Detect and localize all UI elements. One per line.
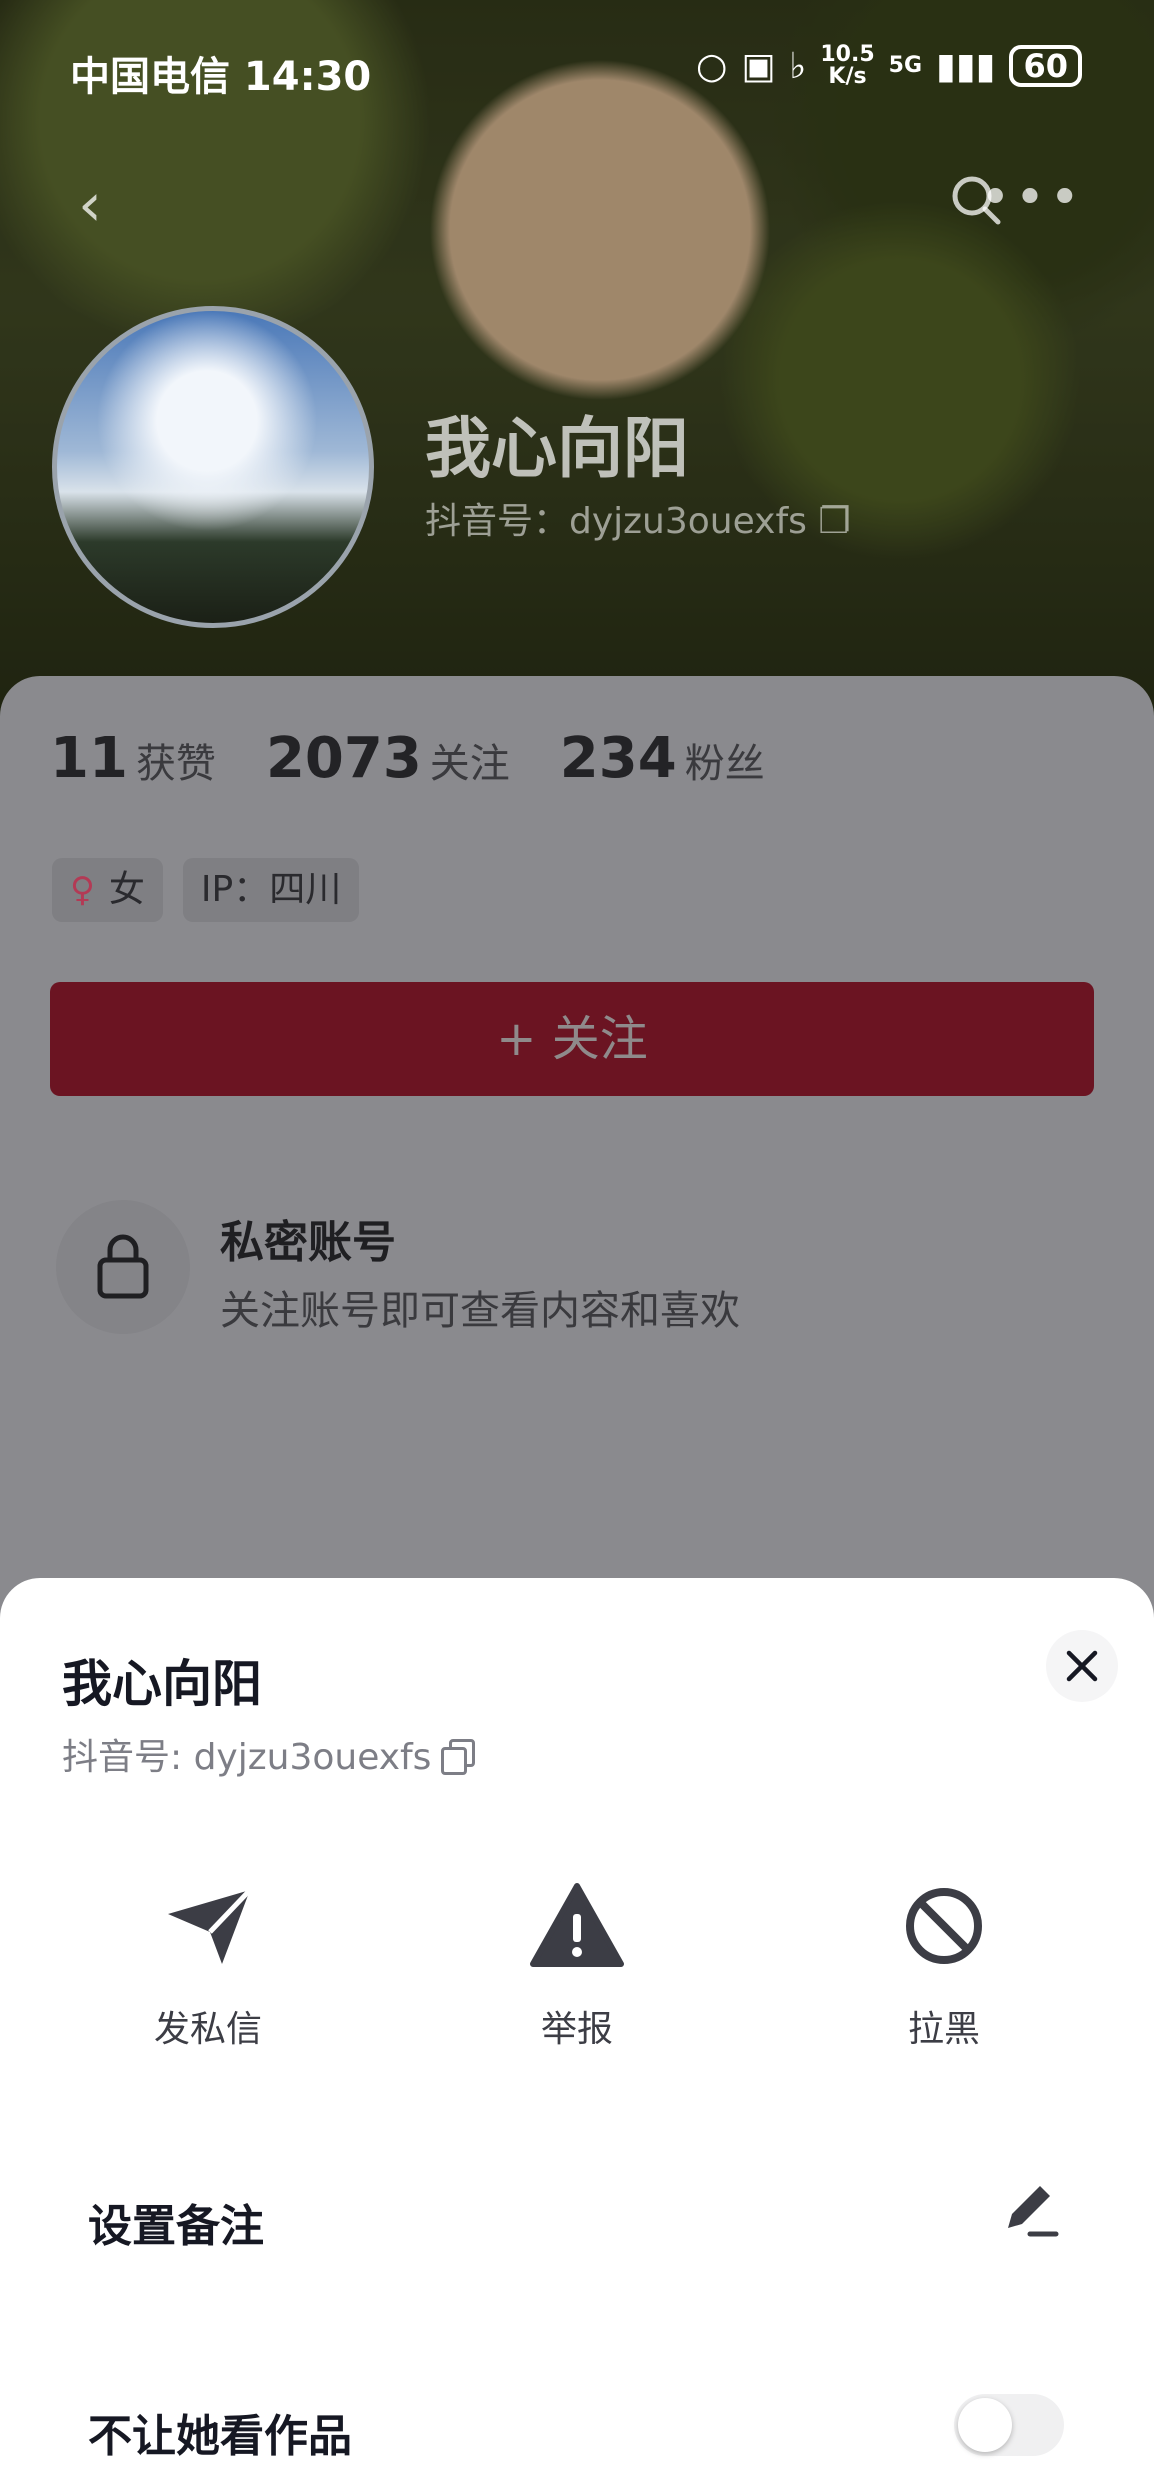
copy-icon[interactable]: ❐ bbox=[818, 501, 850, 542]
copy-icon[interactable] bbox=[441, 1739, 476, 1775]
stat-label: 获赞 bbox=[135, 741, 216, 787]
top-nav: ‹ ••• bbox=[0, 150, 1154, 250]
stat-label: 粉丝 bbox=[684, 741, 765, 787]
profile-douyin-id-text: 抖音号：dyjzu3ouexfs bbox=[425, 501, 807, 542]
net-speed: 10.5 K/s bbox=[820, 44, 874, 88]
profile-name: 我心向阳 bbox=[425, 410, 689, 487]
close-button[interactable] bbox=[1046, 1630, 1118, 1702]
close-icon bbox=[1066, 1650, 1098, 1682]
stat-followers[interactable]: 234 粉丝 bbox=[560, 726, 765, 791]
carrier-time: 中国电信 14:30 bbox=[70, 54, 372, 100]
sheet-douyin-id[interactable]: 抖音号: dyjzu3ouexfs bbox=[62, 1728, 476, 1780]
set-remark-row[interactable]: 设置备注 bbox=[0, 2148, 1154, 2288]
send-icon bbox=[168, 1888, 252, 1964]
hide-works-row: 不让她看作品 bbox=[0, 2358, 1154, 2480]
stat-likes[interactable]: 11 获赞 bbox=[50, 726, 216, 791]
back-icon[interactable]: ‹ bbox=[78, 170, 102, 240]
lock-icon bbox=[97, 1234, 149, 1299]
stat-value: 11 bbox=[50, 726, 128, 791]
lock-badge bbox=[56, 1200, 190, 1334]
sheet-actions: 发私信 举报 拉黑 bbox=[0, 1878, 1154, 2078]
ip-label: IP：四川 bbox=[200, 869, 342, 910]
headphones-icon: ○ bbox=[695, 45, 728, 87]
private-title: 私密账号 bbox=[220, 1217, 396, 1268]
profile-card: 11 获赞 2073 关注 234 粉丝 ♀ 女 IP：四川 + 关注 私密账号 关注… bbox=[0, 676, 1154, 1676]
follow-button[interactable]: + 关注 bbox=[50, 982, 1094, 1096]
avatar[interactable] bbox=[52, 306, 374, 628]
action-label: 举报 bbox=[540, 2009, 613, 2050]
edit-icon[interactable] bbox=[994, 2176, 1064, 2246]
profile-tags: ♀ 女 IP：四川 bbox=[52, 858, 360, 922]
profile-douyin-id[interactable]: 抖音号：dyjzu3ouexfs ❐ bbox=[425, 492, 851, 544]
row-label: 设置备注 bbox=[88, 2201, 264, 2252]
row-label: 不让她看作品 bbox=[88, 2411, 352, 2462]
sheet-douyin-id-text: 抖音号: dyjzu3ouexfs bbox=[62, 1737, 432, 1778]
more-options-icon[interactable]: ••• bbox=[980, 168, 1084, 228]
mute-icon: ♭ bbox=[789, 45, 807, 87]
sheet-user-name: 我心向阳 bbox=[62, 1655, 262, 1713]
nfc-icon: ▣ bbox=[741, 45, 776, 87]
private-account-notice: 私密账号 关注账号即可查看内容和喜欢 bbox=[56, 1200, 956, 1350]
user-actions-sheet: 我心向阳 抖音号: dyjzu3ouexfs 发私信 举报 拉黑 设置备注 不让… bbox=[0, 1578, 1154, 2480]
status-bar: 中国电信 14:30 ○ ▣ ♭ 10.5 K/s 5G ▮▮▮ 60 bbox=[0, 0, 1154, 140]
female-icon: ♀ bbox=[70, 870, 95, 910]
status-icons: ○ ▣ ♭ 10.5 K/s 5G ▮▮▮ 60 bbox=[696, 44, 1082, 88]
action-label: 拉黑 bbox=[907, 2009, 980, 2050]
battery-indicator: 60 bbox=[1009, 45, 1082, 87]
net-speed-unit: K/s bbox=[828, 64, 867, 89]
signal-icon: ▮▮▮ bbox=[936, 45, 996, 87]
action-label: 发私信 bbox=[153, 2009, 262, 2050]
profile-stats: 11 获赞 2073 关注 234 粉丝 bbox=[50, 726, 765, 791]
toggle-knob bbox=[958, 2398, 1012, 2452]
network-type: 5G bbox=[888, 53, 923, 78]
ip-tag: IP：四川 bbox=[182, 858, 360, 922]
stat-following[interactable]: 2073 关注 bbox=[266, 726, 510, 791]
send-message-button[interactable]: 发私信 bbox=[78, 1878, 338, 2078]
hide-works-toggle[interactable] bbox=[954, 2394, 1064, 2456]
report-button[interactable]: 举报 bbox=[447, 1878, 707, 2078]
stat-value: 2073 bbox=[265, 726, 422, 791]
warning-icon bbox=[530, 1883, 624, 1967]
stat-label: 关注 bbox=[429, 741, 510, 787]
block-button[interactable]: 拉黑 bbox=[814, 1878, 1074, 2078]
gender-label: 女 bbox=[108, 869, 145, 910]
stat-value: 234 bbox=[559, 726, 677, 791]
profile-page: 中国电信 14:30 ○ ▣ ♭ 10.5 K/s 5G ▮▮▮ 60 ‹ ••… bbox=[0, 0, 1154, 2480]
block-icon bbox=[906, 1888, 982, 1964]
gender-tag: ♀ 女 bbox=[52, 858, 163, 922]
private-subtitle: 关注账号即可查看内容和喜欢 bbox=[220, 1288, 740, 1334]
